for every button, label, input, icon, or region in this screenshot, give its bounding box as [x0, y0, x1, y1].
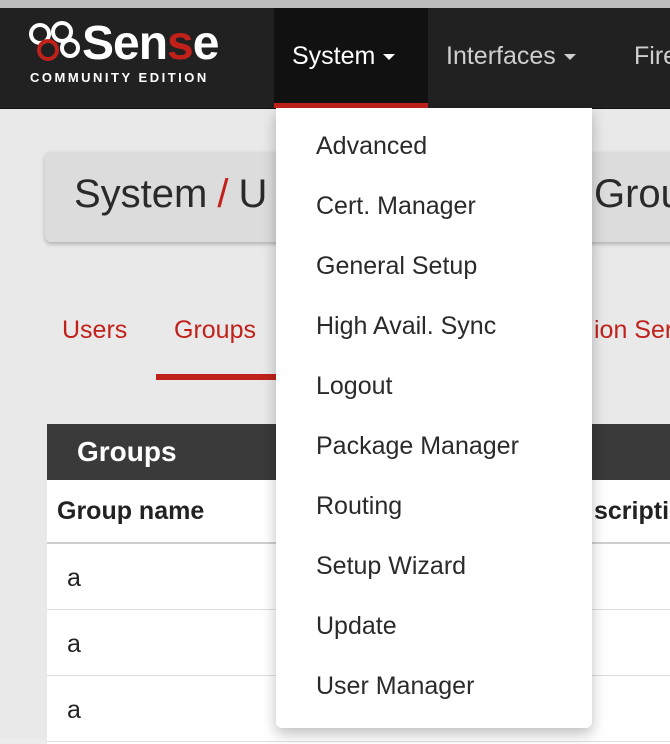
menu-item-cert-manager[interactable]: Cert. Manager	[316, 192, 476, 221]
menu-item-package-manager[interactable]: Package Manager	[316, 432, 519, 461]
column-description[interactable]: scriptio	[594, 497, 670, 526]
brand-wordmark: Sense	[82, 17, 219, 70]
brand-logo[interactable]: Sense COMMUNITY EDITION	[26, 16, 252, 88]
group-name-cell: a	[67, 630, 81, 658]
tab-groups[interactable]: Groups	[174, 316, 256, 345]
menu-item-update[interactable]: Update	[316, 612, 397, 641]
active-tab-indicator	[156, 374, 280, 380]
nav-interfaces[interactable]: Interfaces	[428, 8, 614, 108]
column-group-name[interactable]: Group name	[57, 497, 204, 526]
breadcrumb: System / U	[74, 172, 267, 217]
breadcrumb-groups: Grou	[594, 172, 670, 216]
tab-users[interactable]: Users	[62, 316, 127, 345]
system-dropdown-menu: Advanced Cert. Manager General Setup Hig…	[276, 108, 592, 728]
menu-item-advanced[interactable]: Advanced	[316, 132, 427, 161]
nav-firewall-label: Fire	[634, 42, 670, 70]
nav-system-label: System	[292, 42, 376, 70]
menu-item-high-avail-sync[interactable]: High Avail. Sync	[316, 312, 496, 341]
window-top-strip	[0, 0, 670, 8]
breadcrumb-system[interactable]: System	[74, 172, 207, 216]
group-name-cell: a	[67, 564, 81, 592]
menu-item-user-manager[interactable]: User Manager	[316, 672, 474, 701]
menu-item-general-setup[interactable]: General Setup	[316, 252, 477, 281]
chevron-down-icon	[563, 54, 576, 61]
breadcrumb-user-manager[interactable]: U	[238, 172, 267, 216]
menu-item-setup-wizard[interactable]: Setup Wizard	[316, 552, 466, 581]
group-name-cell: a	[67, 696, 81, 724]
chevron-down-icon	[383, 54, 396, 61]
menu-item-logout[interactable]: Logout	[316, 372, 392, 401]
pfsense-logo-icon	[29, 21, 80, 61]
tab-authentication-servers[interactable]: ion Ser	[594, 316, 670, 345]
nav-system[interactable]: System	[274, 8, 428, 108]
nav-interfaces-label: Interfaces	[446, 42, 556, 70]
panel-title: Groups	[77, 436, 177, 467]
brand-subtitle: COMMUNITY EDITION	[30, 70, 209, 85]
nav-firewall[interactable]: Fire	[616, 8, 670, 108]
breadcrumb-separator: /	[217, 172, 229, 216]
menu-item-routing[interactable]: Routing	[316, 492, 402, 521]
